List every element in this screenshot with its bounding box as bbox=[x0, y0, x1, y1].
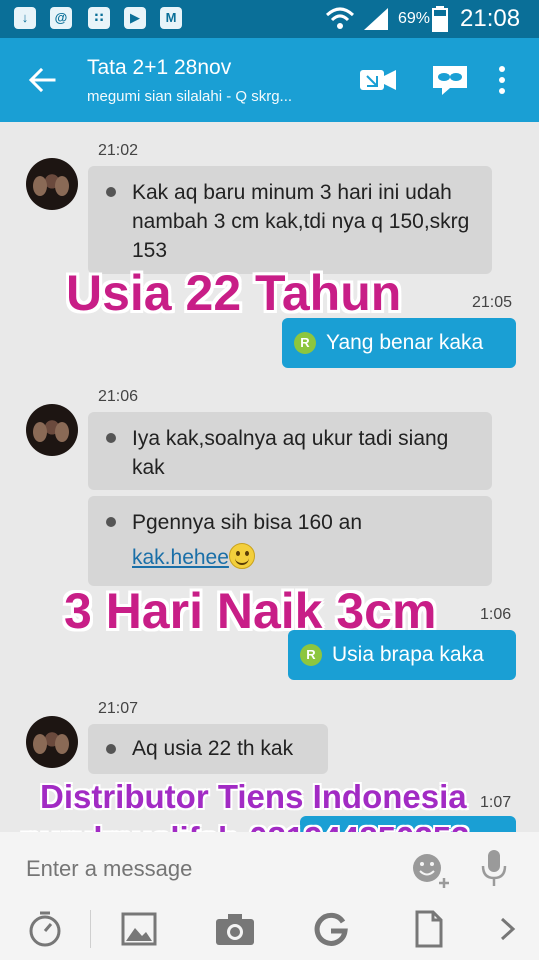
avatar[interactable] bbox=[26, 404, 78, 456]
at-icon: @ bbox=[50, 7, 72, 29]
incoming-message[interactable]: Iya kak,soalnya aq ukur tadi siang kak bbox=[88, 412, 492, 490]
chat-area[interactable]: 21:02 Kak aq baru minum 3 hari ini udah … bbox=[0, 122, 539, 832]
message-text: Kak aq baru minum 3 hari ini udah nambah… bbox=[132, 181, 470, 262]
bullet-dot bbox=[106, 187, 116, 197]
video-call-icon[interactable] bbox=[358, 62, 398, 98]
incoming-message[interactable]: Kak aq baru minum 3 hari ini udah nambah… bbox=[88, 166, 492, 274]
promo-overlay-age: Usia 22 Tahun bbox=[66, 265, 402, 321]
message-time: 1:06 bbox=[480, 606, 512, 623]
app-bar: Tata 2+1 28nov megumi sian silalahi - Q … bbox=[0, 38, 539, 122]
promo-overlay-distributor: Distributor Tiens Indonesia bbox=[40, 778, 467, 815]
bullet-dot bbox=[106, 433, 116, 443]
bbm-icon: ∷ bbox=[88, 7, 110, 29]
mask-icon[interactable] bbox=[430, 62, 470, 98]
message-input[interactable] bbox=[26, 852, 386, 886]
signal-icon bbox=[364, 8, 388, 30]
message-time: 1:07 bbox=[480, 794, 512, 811]
promo-overlay-contact: nurulmualifah-081944850253 bbox=[20, 820, 469, 832]
smiley-emoji-icon bbox=[228, 543, 255, 569]
message-link[interactable]: kak.hehee bbox=[132, 546, 229, 569]
message-time: 21:06 bbox=[98, 388, 139, 405]
message-text: Iya kak,soalnya aq ukur tadi siang kak bbox=[132, 427, 449, 479]
message-time: 21:05 bbox=[472, 294, 513, 311]
back-arrow-icon[interactable] bbox=[26, 64, 58, 96]
message-text: Pgennya sih bisa 160 an bbox=[132, 511, 363, 534]
image-icon[interactable] bbox=[120, 910, 158, 948]
youtube-icon: ▶ bbox=[124, 7, 146, 29]
incoming-message[interactable]: Pgennya sih bisa 160 an kak.hehee bbox=[88, 496, 492, 586]
camera-icon[interactable] bbox=[214, 910, 256, 948]
file-icon[interactable] bbox=[410, 910, 448, 948]
toolbar-divider bbox=[90, 910, 91, 948]
gmail-icon: M bbox=[160, 7, 182, 29]
chat-title[interactable]: Tata 2+1 28nov bbox=[87, 56, 231, 80]
message-text: Aq usia 22 th kak bbox=[132, 737, 294, 760]
avatar[interactable] bbox=[26, 716, 78, 768]
message-time: 21:07 bbox=[98, 700, 139, 717]
google-icon[interactable] bbox=[312, 910, 350, 948]
message-text: Usia brapa kaka bbox=[332, 643, 484, 666]
more-vert-icon[interactable] bbox=[484, 62, 520, 98]
outgoing-message[interactable]: R Yang benar kaka bbox=[282, 318, 516, 368]
read-receipt-icon: R bbox=[294, 332, 316, 354]
message-time: 21:02 bbox=[98, 142, 139, 159]
outgoing-message[interactable]: R Usia brapa kaka bbox=[288, 630, 516, 680]
message-text: Yang benar kaka bbox=[326, 331, 484, 354]
wifi-icon bbox=[325, 7, 355, 29]
download-icon: ↓ bbox=[14, 7, 36, 29]
bullet-dot bbox=[106, 744, 116, 754]
chat-subtitle[interactable]: megumi sian silalahi - Q skrg... bbox=[87, 88, 292, 105]
incoming-message[interactable]: Aq usia 22 th kak bbox=[88, 724, 328, 774]
microphone-icon[interactable] bbox=[478, 848, 510, 888]
chevron-right-icon[interactable] bbox=[494, 910, 522, 948]
timer-icon[interactable] bbox=[26, 910, 64, 948]
avatar[interactable] bbox=[26, 158, 78, 210]
battery-icon bbox=[432, 6, 448, 32]
read-receipt-icon: R bbox=[300, 644, 322, 666]
bullet-dot bbox=[106, 517, 116, 527]
status-bar: ↓ @ ∷ ▶ M 69% 21:08 bbox=[0, 0, 539, 38]
message-input-bar bbox=[0, 832, 539, 960]
emoji-add-icon[interactable] bbox=[410, 850, 452, 890]
